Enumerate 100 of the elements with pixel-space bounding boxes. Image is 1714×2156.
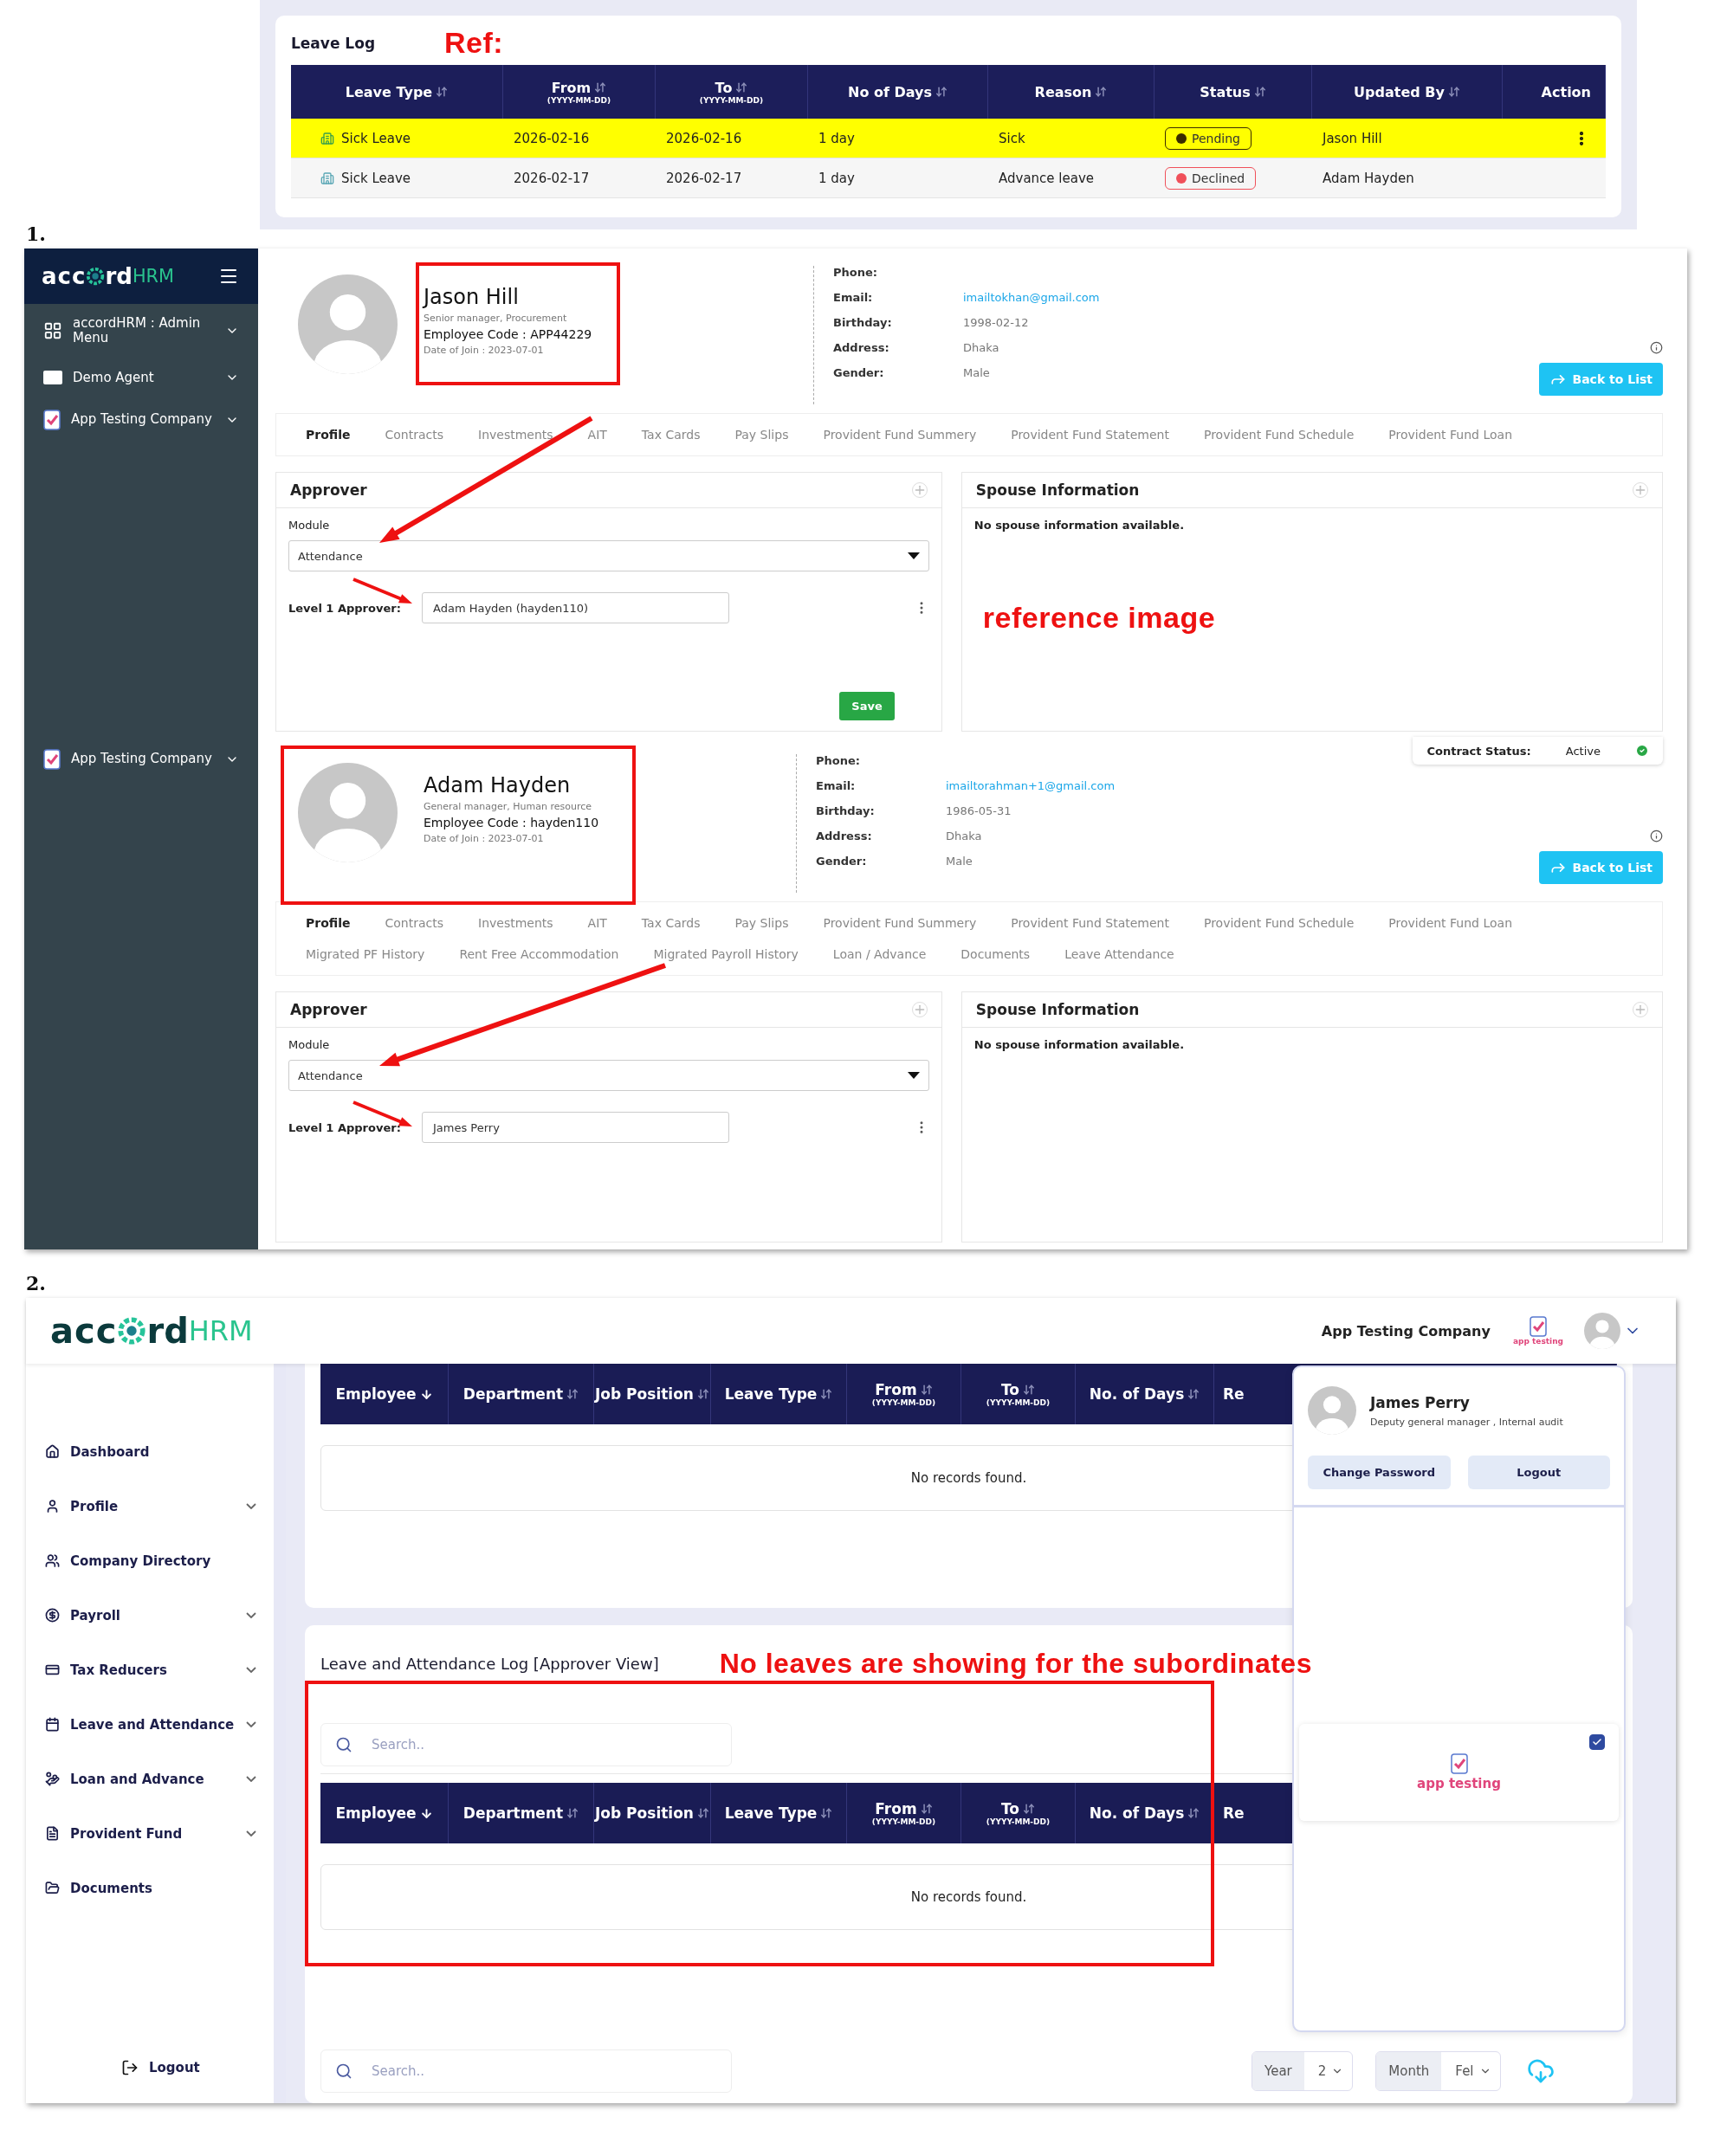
nav-item[interactable]: Documents (45, 1861, 274, 1915)
column-header[interactable]: Department (449, 1783, 594, 1843)
logout-button[interactable]: Logout (45, 2040, 274, 2095)
profile-tab[interactable]: Profile (288, 419, 368, 450)
info-icon[interactable] (1650, 341, 1663, 354)
table-cell: Sick Leave (291, 119, 503, 158)
detail-value: 1986-05-31 (946, 804, 1012, 817)
module-select[interactable]: Attendance (288, 1060, 929, 1091)
logo-text: rd (105, 263, 133, 289)
info-icon[interactable] (1650, 829, 1663, 842)
column-header[interactable]: Status (1155, 65, 1312, 119)
sort-icon[interactable] (419, 1387, 433, 1401)
profile-tab[interactable]: Migrated PF History (288, 939, 443, 970)
profile-tab[interactable]: Provident Fund Summery (805, 907, 994, 939)
nav-item[interactable]: Dashboard (45, 1424, 274, 1479)
profile-tab[interactable]: Provident Fund Schedule (1186, 907, 1372, 939)
nav-item[interactable]: Loan and Advance (45, 1752, 274, 1806)
table-cell: Adam Hayden (1312, 158, 1503, 198)
column-header[interactable]: From (YYYY-MM-DD) (503, 65, 656, 119)
profile-tab[interactable]: AIT (570, 907, 624, 939)
sidebar-item[interactable]: App Testing Company (24, 397, 258, 442)
profile-tab[interactable]: Documents (943, 939, 1048, 970)
file-icon (45, 1826, 60, 1841)
profile-tab[interactable]: Investments (461, 907, 571, 939)
profile-tab[interactable]: Tax Cards (624, 419, 718, 450)
column-header[interactable]: No of Days (808, 65, 988, 119)
column-header[interactable]: No. of Days (1076, 1364, 1214, 1424)
nav-item[interactable]: Company Directory (45, 1533, 274, 1588)
profile-tab[interactable]: Provident Fund Schedule (1186, 419, 1372, 450)
column-header[interactable]: Leave Type (711, 1783, 847, 1843)
month-select[interactable]: Month Fel (1375, 2051, 1501, 2091)
sort-icon[interactable] (419, 1806, 433, 1820)
column-header[interactable]: Job Position (594, 1783, 711, 1843)
credit-card-icon (45, 1662, 60, 1677)
profile-tab[interactable]: Migrated Payroll History (636, 939, 816, 970)
table-cell: 2026-02-16 (656, 119, 808, 158)
column-header[interactable]: To (YYYY-MM-DD) (961, 1364, 1076, 1424)
detail-label: Email: (833, 291, 874, 304)
profile-tab[interactable]: Pay Slips (717, 419, 806, 450)
detail-value: Dhaka (963, 341, 1000, 354)
column-header[interactable]: Department (449, 1364, 594, 1424)
annotation-text: reference image (982, 601, 1217, 635)
profile-tab[interactable]: Provident Fund Summery (805, 419, 994, 450)
logout-button[interactable]: Logout (1467, 1456, 1610, 1489)
employee-designation: Senior manager, Procurement (424, 313, 568, 324)
sidebar-item[interactable]: Demo Agent (24, 358, 258, 397)
status-badge: Declined (1165, 166, 1257, 190)
nav-item[interactable]: Payroll (45, 1588, 274, 1643)
approver-field[interactable]: James Perry (422, 1112, 729, 1143)
profile-tab[interactable]: Pay Slips (717, 907, 806, 939)
column-header[interactable]: From (YYYY-MM-DD) (847, 1783, 961, 1843)
profile-tab[interactable]: Provident Fund Loan (1371, 419, 1530, 450)
chevron-icon (246, 1830, 256, 1836)
column-header[interactable]: Updated By (1312, 65, 1503, 119)
detail-value: Dhaka (946, 829, 983, 842)
status-badge: Pending (1165, 126, 1252, 150)
profile-tab[interactable]: Provident Fund Statement (993, 907, 1187, 939)
nav-item[interactable]: Leave and Attendance (45, 1697, 274, 1752)
profile-tab[interactable]: AIT (570, 419, 624, 450)
sidebar-item[interactable]: App Testing Company (24, 737, 258, 782)
app-logo-text: app testing (1512, 1337, 1563, 1346)
sidebar-item[interactable]: accordHRM : Admin Menu (24, 304, 258, 358)
detail-label: Email: (816, 779, 857, 792)
column-header[interactable]: To (YYYY-MM-DD) (656, 65, 808, 119)
nav-item[interactable]: Provident Fund (45, 1806, 274, 1861)
column-header[interactable]: Leave Type (711, 1364, 847, 1424)
column-header[interactable]: Leave Type (291, 65, 503, 119)
change-password-button[interactable]: Change Password (1308, 1456, 1451, 1489)
profile-tab[interactable]: Profile (288, 907, 368, 939)
profile-tab[interactable]: Rent Free Accommodation (442, 939, 637, 970)
column-header[interactable]: From (YYYY-MM-DD) (847, 1364, 961, 1424)
nav-item[interactable]: Profile (45, 1479, 274, 1533)
search-icon (335, 2062, 353, 2080)
column-header[interactable]: Reason (988, 65, 1155, 119)
detail-label: Birthday: (833, 316, 893, 329)
profile-tab[interactable]: Tax Cards (624, 907, 718, 939)
table-cell: Sick (988, 119, 1155, 158)
year-select[interactable]: Year 2 (1252, 2051, 1354, 2091)
column-header[interactable]: Job Position (594, 1364, 711, 1424)
profile-tab[interactable]: Contracts (367, 419, 461, 450)
profile-tab[interactable]: Provident Fund Statement (993, 419, 1187, 450)
column-header[interactable]: Employee (320, 1783, 449, 1843)
detail-label: Birthday: (816, 804, 876, 817)
logo-text: rd (146, 1311, 189, 1351)
table-cell: 2026-02-16 (503, 119, 656, 158)
column-header[interactable]: To (YYYY-MM-DD) (961, 1783, 1076, 1843)
approver-field[interactable]: Adam Hayden (hayden110) (422, 592, 729, 623)
module-select[interactable]: Attendance (288, 540, 929, 571)
card-title: Leave Log (291, 34, 376, 52)
profile-tab[interactable]: Loan / Advance (815, 939, 944, 970)
profile-tab[interactable]: Provident Fund Loan (1371, 907, 1530, 939)
profile-tab[interactable]: Investments (461, 419, 571, 450)
column-header[interactable]: Employee (320, 1364, 449, 1424)
profile-tab[interactable]: Contracts (367, 907, 461, 939)
phone-check-icon (43, 409, 61, 430)
company-card[interactable]: app testing (1299, 1724, 1619, 1821)
employee-designation: General manager, Human resource (424, 801, 593, 812)
checkbox[interactable] (1589, 1734, 1605, 1750)
profile-tab[interactable]: Leave Attendance (1047, 939, 1192, 970)
nav-item[interactable]: Tax Reducers (45, 1643, 274, 1697)
